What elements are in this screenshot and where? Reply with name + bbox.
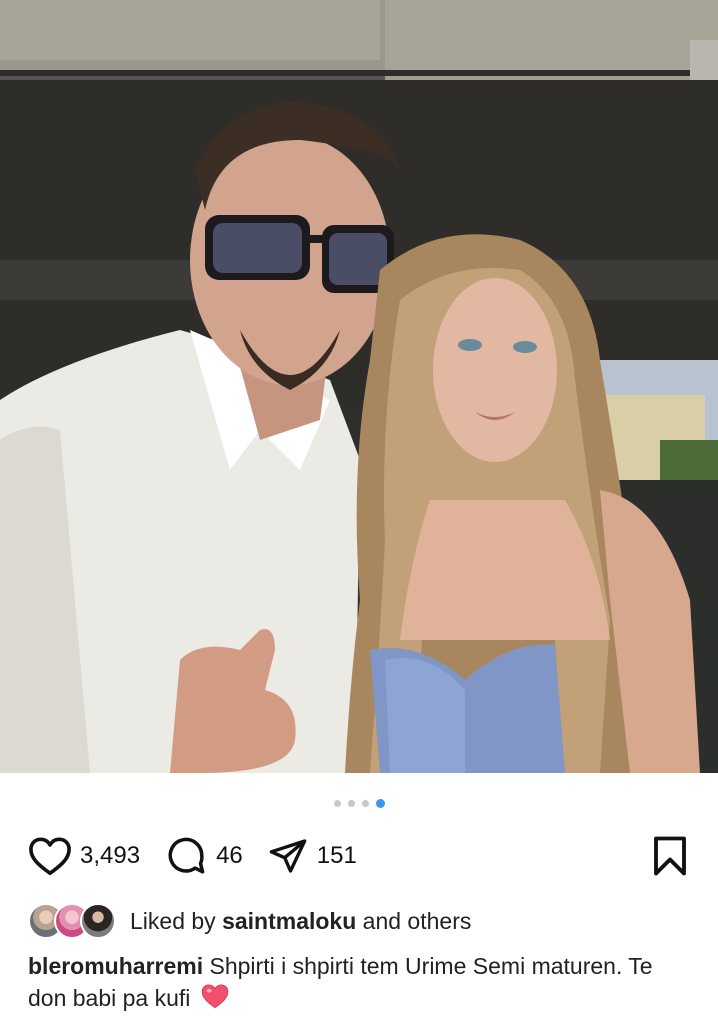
heart-emoji-icon (201, 983, 229, 1017)
carousel-indicator (0, 798, 718, 808)
liked-by-prefix: Liked by (130, 907, 216, 934)
carousel-dot (347, 799, 355, 807)
likes-count[interactable]: 3,493 (80, 842, 140, 870)
share-button[interactable]: 151 (267, 836, 357, 876)
bookmark-icon (652, 835, 688, 877)
like-button[interactable]: 3,493 (28, 836, 140, 876)
liked-by-text: Liked by saintmaloku and others (130, 908, 471, 935)
save-button[interactable] (652, 835, 688, 877)
liker-avatars[interactable] (28, 903, 116, 939)
carousel-dot-active (375, 798, 385, 808)
liked-by-suffix[interactable]: and others (363, 908, 472, 934)
comment-button[interactable]: 46 (164, 835, 243, 877)
avatar[interactable] (80, 903, 116, 939)
carousel-dot (333, 799, 341, 807)
share-icon (267, 836, 309, 876)
liked-by-username[interactable]: saintmaloku (222, 908, 356, 934)
comments-count[interactable]: 46 (216, 842, 243, 870)
carousel-dot (361, 799, 369, 807)
comment-icon (164, 835, 208, 877)
shares-count[interactable]: 151 (317, 842, 357, 870)
post-image[interactable] (0, 0, 718, 773)
heart-icon (28, 836, 72, 876)
post-caption: bleromuharremi Shpirti i shpirti tem Uri… (28, 950, 668, 1017)
caption-author[interactable]: bleromuharremi (28, 953, 203, 979)
post-photo-illustration (0, 0, 718, 773)
liked-by-row[interactable]: Liked by saintmaloku and others (28, 902, 471, 940)
post-actions-bar: 3,493 46 151 (28, 834, 688, 878)
